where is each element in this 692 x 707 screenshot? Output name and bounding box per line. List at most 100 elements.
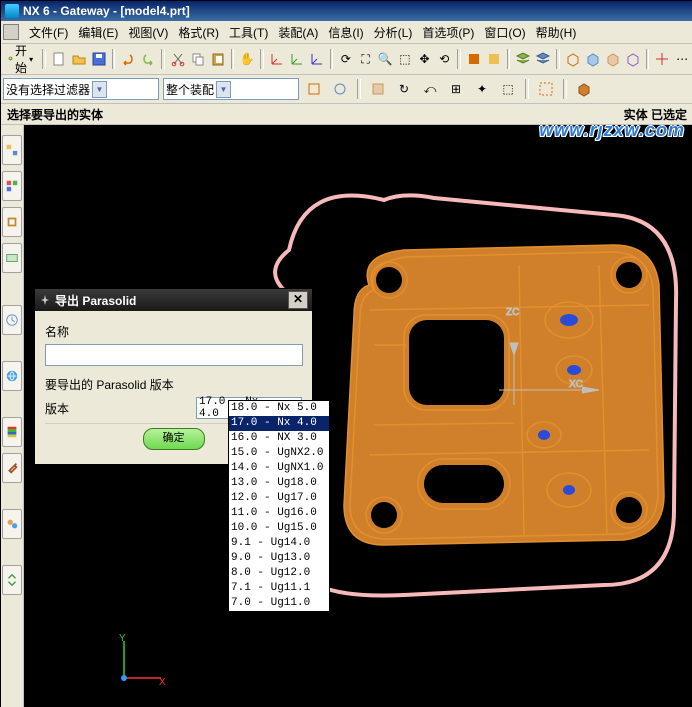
fb-dashed[interactable]: [535, 78, 557, 100]
scope-combo[interactable]: 整个装配▼: [163, 78, 299, 100]
tb-box4[interactable]: [624, 48, 642, 70]
ok-button[interactable]: 确定: [143, 428, 205, 450]
dialog-titlebar[interactable]: 导出 Parasolid ✕: [35, 289, 312, 311]
menu-tools[interactable]: 工具(T): [225, 22, 272, 43]
lt-roles[interactable]: [2, 509, 22, 539]
name-label: 名称: [45, 323, 302, 340]
toolbar-main: 开始▾ ✋ ⟳ ⛶ 🔍 ⬚ ✥ ⟲: [1, 44, 692, 75]
start-button[interactable]: 开始▾: [3, 39, 38, 79]
lt-part-nav[interactable]: [2, 135, 22, 165]
selection-filter-combo[interactable]: 没有选择过滤器▼: [3, 78, 159, 100]
dd-item[interactable]: 10.0 - Ug15.0: [229, 521, 329, 536]
tb-save[interactable]: [90, 48, 108, 70]
version-label: 版本: [45, 400, 69, 417]
fb-6[interactable]: ⊞: [445, 78, 467, 100]
tb-wcs2[interactable]: [288, 48, 306, 70]
tb-zoom[interactable]: 🔍: [376, 48, 394, 70]
fb-cube[interactable]: [573, 78, 595, 100]
menu-format[interactable]: 格式(R): [174, 22, 223, 43]
tb-box3[interactable]: [604, 48, 622, 70]
dd-item[interactable]: 9.1 - Ug14.0: [229, 536, 329, 551]
version-dropdown-list[interactable]: 18.0 - Nx 5.0 17.0 - Nx 4.0 16.0 - NX 3.…: [228, 400, 330, 612]
tb-rotate[interactable]: ⟲: [435, 48, 453, 70]
fb-3[interactable]: [367, 78, 389, 100]
filterbar: 没有选择过滤器▼ 整个装配▼ ↻ ⤺ ⊞ ✦ ⬚: [1, 75, 692, 104]
model-graphic: XC ZC: [314, 215, 692, 575]
svg-text:ZC: ZC: [506, 307, 519, 318]
tb-layer[interactable]: [514, 48, 532, 70]
dd-item-selected[interactable]: 17.0 - Nx 4.0: [229, 416, 329, 431]
dd-item[interactable]: 11.0 - Ug16.0: [229, 506, 329, 521]
tb-shade2[interactable]: [485, 48, 503, 70]
tb-wcs1[interactable]: [268, 48, 286, 70]
tb-cut[interactable]: [169, 48, 187, 70]
tb-axis[interactable]: [653, 48, 671, 70]
tb-undo[interactable]: [119, 48, 137, 70]
menu-help[interactable]: 帮助(H): [532, 22, 581, 43]
dd-item[interactable]: 9.0 - Ug13.0: [229, 551, 329, 566]
lt-history[interactable]: [2, 305, 22, 335]
tb-touch[interactable]: ✋: [238, 48, 256, 70]
menu-info[interactable]: 信息(I): [324, 22, 367, 43]
lt-constraint[interactable]: [2, 207, 22, 237]
dd-item[interactable]: 12.0 - Ug17.0: [229, 491, 329, 506]
svg-text:XC: XC: [569, 379, 583, 390]
lt-recycle[interactable]: [2, 565, 22, 595]
tb-wcs3[interactable]: [308, 48, 326, 70]
lt-ie[interactable]: [2, 361, 22, 391]
tb-zoom-area[interactable]: ⬚: [396, 48, 414, 70]
dd-item[interactable]: 8.0 - Ug12.0: [229, 566, 329, 581]
lt-asm-nav[interactable]: [2, 171, 22, 201]
tb-misc[interactable]: ⋯: [673, 48, 691, 70]
tb-redo[interactable]: [139, 48, 157, 70]
lt-tool[interactable]: [2, 453, 22, 483]
resource-bar: [1, 125, 24, 707]
fb-4[interactable]: ↻: [393, 78, 415, 100]
menu-assembly[interactable]: 装配(A): [274, 22, 322, 43]
dd-item[interactable]: 13.0 - Ug18.0: [229, 476, 329, 491]
workspace: www.rjzxw.com: [1, 125, 692, 707]
dropdown-arrow-icon: ▼: [92, 81, 107, 98]
watermark-text: www.rjzxw.com: [539, 125, 685, 141]
tb-fit[interactable]: ⛶: [357, 48, 375, 70]
start-icon: [8, 56, 13, 61]
fb-8[interactable]: ⬚: [497, 78, 519, 100]
tb-new[interactable]: [50, 48, 68, 70]
fb-7[interactable]: ✦: [471, 78, 493, 100]
dd-item[interactable]: 16.0 - NX 3.0: [229, 431, 329, 446]
menu-anchor-icon[interactable]: [3, 24, 19, 40]
lt-reuse[interactable]: [2, 243, 22, 273]
tb-paste[interactable]: [209, 48, 227, 70]
name-input[interactable]: [45, 344, 303, 366]
app-window: NX 6 - Gateway - [model4.prt] 文件(F) 编辑(E…: [0, 0, 692, 707]
dd-item[interactable]: 7.1 - Ug11.1: [229, 581, 329, 596]
fb-5[interactable]: ⤺: [419, 78, 441, 100]
dialog-title-text: 导出 Parasolid: [55, 292, 136, 309]
tb-pan[interactable]: ✥: [416, 48, 434, 70]
menu-edit[interactable]: 编辑(E): [74, 22, 122, 43]
fb-2[interactable]: [329, 78, 351, 100]
dd-item[interactable]: 18.0 - Nx 5.0: [229, 401, 329, 416]
dd-item[interactable]: 7.0 - Ug11.0: [229, 596, 329, 611]
tb-open[interactable]: [70, 48, 88, 70]
dd-item[interactable]: 15.0 - UgNX2.0: [229, 446, 329, 461]
dd-item[interactable]: 14.0 - UgNX1.0: [229, 461, 329, 476]
menu-view[interactable]: 视图(V): [124, 22, 172, 43]
tb-box1[interactable]: [564, 48, 582, 70]
tb-box2[interactable]: [584, 48, 602, 70]
dialog-close-button[interactable]: ✕: [288, 291, 308, 309]
menu-analysis[interactable]: 分析(L): [370, 22, 417, 43]
svg-text:Y: Y: [119, 633, 126, 644]
tb-shade1[interactable]: [465, 48, 483, 70]
menubar: 文件(F) 编辑(E) 视图(V) 格式(R) 工具(T) 装配(A) 信息(I…: [1, 21, 692, 44]
fb-1[interactable]: [303, 78, 325, 100]
menu-window[interactable]: 窗口(O): [480, 22, 529, 43]
pin-icon: [39, 294, 51, 306]
tb-layer2[interactable]: [534, 48, 552, 70]
menu-pref[interactable]: 首选项(P): [418, 22, 478, 43]
status-text: 实体 已选定: [624, 106, 687, 123]
tb-refresh[interactable]: ⟳: [337, 48, 355, 70]
wcs-triad: Y X: [109, 633, 169, 693]
lt-rainbow[interactable]: [2, 417, 22, 447]
tb-copy[interactable]: [189, 48, 207, 70]
